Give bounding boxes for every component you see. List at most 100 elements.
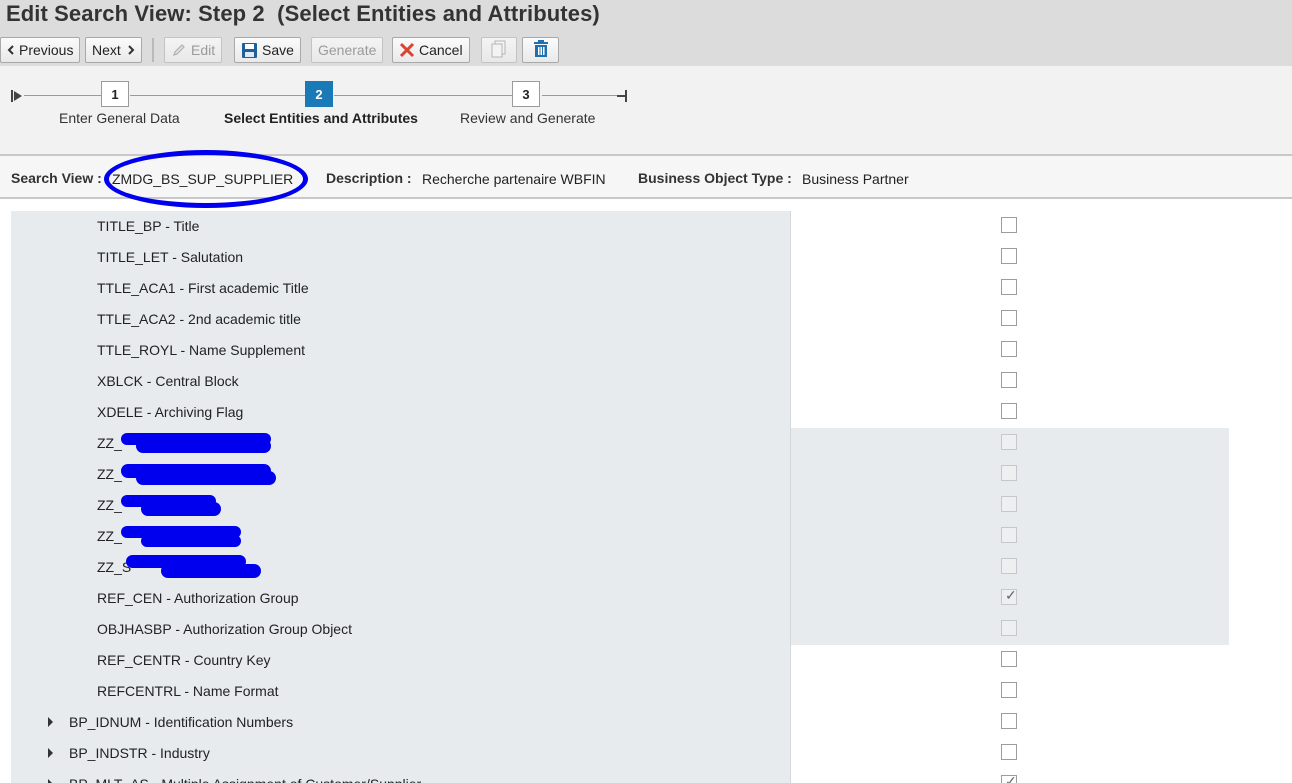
checkbox-cell [790, 366, 1229, 397]
edit-button[interactable]: Edit [164, 37, 223, 63]
attribute-checkbox[interactable] [1001, 279, 1017, 295]
trash-icon [532, 39, 550, 61]
previous-button[interactable]: Previous [0, 37, 81, 63]
checkbox-cell [790, 738, 1229, 769]
description-label: Description : [326, 170, 412, 186]
attribute-cell: BP_INDSTR - Industry [11, 738, 790, 769]
checkbox-cell [790, 645, 1229, 676]
search-view-label: Search View : [11, 170, 102, 186]
attribute-checkbox[interactable] [1001, 713, 1017, 729]
attribute-checkbox: ✓ [1001, 587, 1017, 605]
attribute-cell: REF_CENTR - Country Key [11, 645, 790, 676]
checkbox-cell [790, 335, 1229, 366]
generate-button[interactable]: Generate [311, 37, 384, 63]
table-row: XDELE - Archiving Flag [11, 397, 1229, 428]
attribute-cell: BP_IDNUM - Identification Numbers [11, 707, 790, 738]
attribute-checkbox [1001, 496, 1017, 512]
step-2-marker[interactable]: 2 [305, 81, 333, 107]
attribute-name: TTLE_ACA1 - First academic Title [97, 280, 309, 296]
floppy-disk-icon [241, 42, 258, 59]
attribute-checkbox[interactable] [1001, 310, 1017, 326]
delete-button[interactable] [522, 37, 559, 63]
attribute-checkbox [1001, 558, 1017, 574]
chevron-left-icon [7, 45, 15, 55]
attribute-name: TITLE_LET - Salutation [97, 249, 244, 265]
next-button[interactable]: Next [85, 37, 142, 63]
checkbox-cell: ✓ [790, 583, 1229, 614]
expand-triangle-icon[interactable] [48, 779, 53, 783]
save-label: Save [262, 42, 294, 58]
attribute-checkbox[interactable] [1001, 744, 1017, 760]
attribute-name: BP_MLT_AS - Multiple Assignment of Custo… [69, 776, 421, 783]
step-3-label[interactable]: Review and Generate [460, 110, 595, 126]
attribute-checkbox[interactable] [1001, 651, 1017, 667]
step-3-marker[interactable]: 3 [512, 81, 540, 107]
table-row: BP_MLT_AS - Multiple Assignment of Custo… [11, 769, 1229, 783]
business-object-type-value: Business Partner [802, 171, 909, 187]
copy-button[interactable] [481, 37, 517, 63]
search-view-info: Search View : ZMDG_BS_SUP_SUPPLIER Descr… [0, 150, 1292, 208]
step-1-label[interactable]: Enter General Data [59, 110, 180, 126]
attribute-cell: ZZ_ [11, 459, 790, 490]
step-1-marker[interactable]: 1 [101, 81, 129, 107]
close-icon [399, 42, 415, 58]
attribute-checkbox [1001, 434, 1017, 450]
expand-triangle-icon[interactable] [48, 717, 53, 727]
cancel-button[interactable]: Cancel [392, 37, 470, 63]
attribute-name: ZZ_ [97, 466, 122, 482]
attribute-name: TTLE_ROYL - Name Supplement [97, 342, 306, 358]
chevron-right-icon [127, 45, 135, 55]
attribute-checkbox[interactable] [1001, 372, 1017, 388]
checkbox-cell [790, 428, 1229, 459]
roadmap-line [334, 95, 512, 96]
checkbox-cell [790, 459, 1229, 490]
attribute-checkbox[interactable] [1001, 403, 1017, 419]
attribute-cell: REF_CEN - Authorization Group [11, 583, 790, 614]
attribute-name: BP_IDNUM - Identification Numbers [69, 714, 294, 730]
table-row: TTLE_ACA1 - First academic Title [11, 273, 1229, 304]
copy-icon [491, 40, 507, 61]
attribute-checkbox[interactable] [1001, 341, 1017, 357]
attribute-cell: ZZ_ [11, 490, 790, 521]
attribute-checkbox[interactable] [1001, 248, 1017, 264]
cancel-label: Cancel [419, 42, 463, 58]
checkbox-cell [790, 273, 1229, 304]
redaction-scribble [161, 564, 261, 578]
attribute-name: BP_INDSTR - Industry [69, 745, 210, 761]
table-row: TTLE_ROYL - Name Supplement [11, 335, 1229, 366]
checkbox-cell [790, 676, 1229, 707]
step-2-label[interactable]: Select Entities and Attributes [224, 110, 418, 126]
attribute-checkbox[interactable] [1001, 682, 1017, 698]
attribute-checkbox[interactable] [1001, 217, 1017, 233]
attribute-name: REF_CENTR - Country Key [97, 652, 271, 668]
redaction-scribble [136, 439, 271, 453]
checkbox-cell [790, 242, 1229, 273]
roadmap-line [24, 95, 101, 96]
table-row: ZZ_ [11, 428, 1229, 459]
attribute-name: TTLE_ACA2 - 2nd academic title [97, 311, 301, 327]
table-row: OBJHASBP - Authorization Group Object [11, 614, 1229, 645]
attribute-name: TITLE_BP - Title [97, 218, 200, 234]
page-title: Edit Search View: Step 2 (Select Entitie… [6, 1, 600, 26]
attributes-table: TITLE_BP - Title TITLE_LET - Salutation TT… [11, 211, 1229, 783]
attribute-checkbox[interactable]: ✓ [1001, 773, 1017, 783]
attribute-cell: TTLE_ROYL - Name Supplement [11, 335, 790, 366]
attribute-checkbox [1001, 527, 1017, 543]
attribute-checkbox [1001, 465, 1017, 481]
table-row: BP_IDNUM - Identification Numbers [11, 707, 1229, 738]
expand-triangle-icon[interactable] [48, 748, 53, 758]
table-row: ZZ_ [11, 459, 1229, 490]
attribute-cell: TITLE_BP - Title [11, 211, 790, 242]
attribute-name: REFCENTRL - Name Format [97, 683, 279, 699]
roadmap-line [542, 95, 620, 96]
roadmap-start-icon [11, 89, 25, 106]
checkbox-cell [790, 552, 1229, 583]
table-row: REFCENTRL - Name Format [11, 676, 1229, 707]
save-button[interactable]: Save [234, 37, 301, 63]
attribute-cell: TTLE_ACA2 - 2nd academic title [11, 304, 790, 335]
checkbox-cell [790, 614, 1229, 645]
checkmark-icon: ✓ [1005, 587, 1017, 603]
checkbox-cell [790, 707, 1229, 738]
table-row: TITLE_BP - Title [11, 211, 1229, 242]
table-row: TTLE_ACA2 - 2nd academic title [11, 304, 1229, 335]
